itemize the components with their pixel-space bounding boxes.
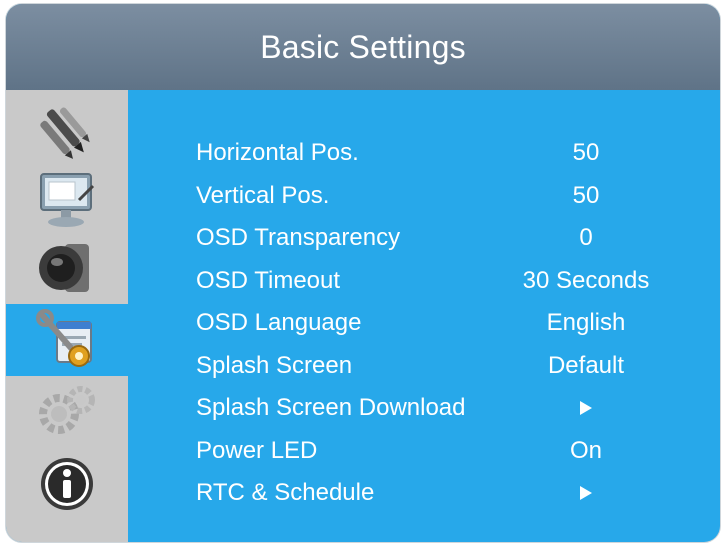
arrow-right-icon <box>580 486 592 501</box>
menu-row-value: 30 Seconds <box>522 266 650 294</box>
gears-icon <box>39 386 95 434</box>
tools-icon <box>36 309 92 367</box>
menu-row-value: English <box>546 309 626 337</box>
menu-row-osd-transparency[interactable]: OSD Transparency 0 <box>196 217 696 260</box>
settings-menu: Horizontal Pos. 50 Vertical Pos. 50 OSD … <box>196 132 696 515</box>
menu-row-label: Power LED <box>196 436 318 464</box>
submenu-arrow-container <box>496 394 676 422</box>
sidebar-item-information[interactable] <box>6 448 128 520</box>
arrow-right-icon <box>580 401 592 416</box>
pens-icon <box>40 107 90 159</box>
menu-row-label: RTC & Schedule <box>196 479 375 507</box>
menu-row-osd-language[interactable]: OSD Language English <box>196 302 696 345</box>
osd-window: Basic Settings Horizontal Pos. 50 Vertic… <box>6 4 720 542</box>
menu-row-label: Vertical Pos. <box>196 181 330 209</box>
menu-row-value: Default <box>547 351 625 379</box>
page-title: Basic Settings <box>260 28 466 65</box>
menu-row-label: OSD Timeout <box>196 266 341 294</box>
menu-row-rtc-schedule[interactable]: RTC & Schedule <box>196 472 696 515</box>
monitor-icon <box>40 173 95 227</box>
sidebar-item-audio[interactable] <box>6 232 128 304</box>
menu-row-value: 0 <box>579 224 593 252</box>
sidebar-item-display[interactable] <box>6 162 128 234</box>
submenu-arrow-container <box>496 479 676 507</box>
title-bar: Basic Settings <box>6 4 720 90</box>
menu-row-label: Splash Screen Download <box>196 394 466 422</box>
sidebar-item-advanced[interactable] <box>6 376 128 448</box>
sidebar <box>6 90 128 542</box>
sidebar-item-basic-settings[interactable] <box>6 304 128 376</box>
menu-row-value: On <box>569 436 602 464</box>
menu-row-horizontal-pos[interactable]: Horizontal Pos. 50 <box>196 132 696 175</box>
menu-row-osd-timeout[interactable]: OSD Timeout 30 Seconds <box>196 260 696 303</box>
menu-row-label: OSD Transparency <box>196 224 401 252</box>
info-icon <box>41 458 93 510</box>
menu-row-splash-screen-download[interactable]: Splash Screen Download <box>196 387 696 430</box>
menu-row-value: 50 <box>572 181 600 209</box>
menu-row-vertical-pos[interactable]: Vertical Pos. 50 <box>196 175 696 218</box>
menu-row-label: Splash Screen <box>196 351 353 379</box>
menu-row-label: OSD Language <box>196 309 362 337</box>
menu-row-splash-screen[interactable]: Splash Screen Default <box>196 345 696 388</box>
menu-row-power-led[interactable]: Power LED On <box>196 430 696 473</box>
menu-row-value: 50 <box>572 139 600 167</box>
menu-row-label: Horizontal Pos. <box>196 139 359 167</box>
sidebar-item-picture[interactable] <box>6 94 128 166</box>
speaker-icon <box>39 244 89 292</box>
